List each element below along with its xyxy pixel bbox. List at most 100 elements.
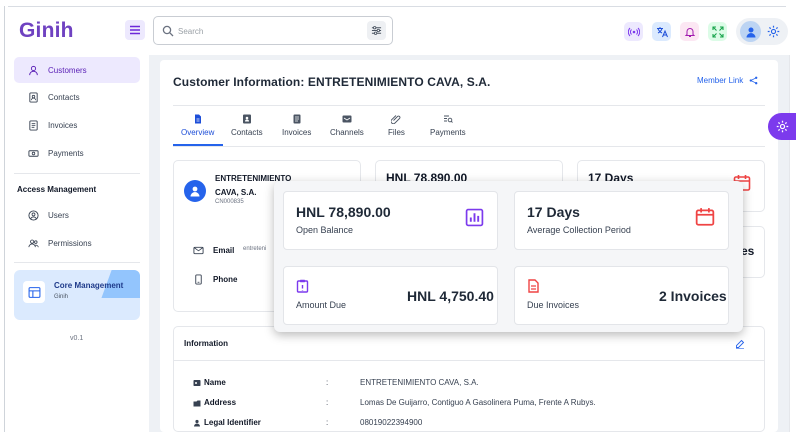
- tab-label: Files: [388, 128, 405, 137]
- member-link-label: Member Link: [697, 76, 744, 85]
- info-label-text: Name: [204, 378, 226, 387]
- tab-label: Invoices: [282, 128, 312, 137]
- search-box[interactable]: [153, 16, 393, 45]
- sidebar-item-customers[interactable]: Customers: [14, 57, 140, 83]
- address-book-icon: [27, 91, 39, 103]
- sidebar-item-label: Customers: [48, 65, 87, 75]
- translate-icon: [656, 26, 668, 37]
- notifications-button[interactable]: [680, 22, 699, 41]
- tab-label: Overview: [181, 128, 215, 137]
- open-balance-tile[interactable]: HNL 78,890.00 Open Balance: [283, 191, 498, 250]
- info-colon: :: [326, 398, 329, 407]
- tab-contacts[interactable]: Contacts: [231, 114, 263, 146]
- tab-channels[interactable]: Channels: [330, 114, 364, 146]
- collection-period-value: 17 Days: [527, 204, 580, 220]
- scrollbar-track[interactable]: [789, 55, 800, 432]
- amount-due-value: HNL 4,750.40: [407, 288, 494, 304]
- sidebar-item-invoices[interactable]: Invoices: [14, 112, 140, 138]
- info-value: 08019022394900: [360, 418, 423, 427]
- sidebar-section-title: Access Management: [17, 185, 97, 194]
- gear-icon: [776, 120, 788, 133]
- settings-float-button[interactable]: [768, 113, 796, 140]
- sidebar-divider: [14, 173, 140, 174]
- phone-row: Phone: [193, 274, 237, 285]
- tab-files[interactable]: Files: [388, 114, 405, 146]
- app-version: v0.1: [70, 335, 84, 342]
- person-icon: [27, 64, 39, 76]
- building-icon: [193, 400, 201, 406]
- phone-label: Phone: [213, 275, 238, 284]
- sidebar-item-label: Payments: [48, 148, 84, 158]
- menu-toggle-button[interactable]: [125, 20, 145, 40]
- mail-icon: [193, 246, 204, 255]
- due-invoices-tile[interactable]: Due Invoices 2 Invoices: [514, 266, 729, 325]
- sidebar-divider: [14, 262, 140, 263]
- sidebar-item-label: Users: [48, 210, 69, 220]
- customer-avatar: [184, 180, 206, 202]
- phone-icon: [195, 274, 202, 285]
- contact-card-icon: [242, 114, 251, 124]
- user-menu[interactable]: [736, 18, 788, 45]
- invoices-value: es: [741, 244, 755, 258]
- search-icon: [162, 25, 174, 37]
- sidebar-item-label: Invoices: [48, 120, 78, 130]
- edit-icon[interactable]: [735, 339, 745, 349]
- attachment-icon: [391, 115, 401, 124]
- info-label: Name: [193, 378, 226, 387]
- info-label: Legal Identifier: [193, 418, 261, 427]
- fullscreen-button[interactable]: [708, 22, 727, 41]
- sidebar-item-users[interactable]: Users: [14, 202, 140, 228]
- id-card-icon: [193, 379, 201, 386]
- title-divider: [173, 105, 765, 106]
- open-balance-value: HNL 78,890.00: [296, 204, 391, 220]
- sidebar-item-payments[interactable]: Payments: [14, 140, 140, 166]
- due-invoices-label: Due Invoices: [527, 300, 580, 310]
- info-colon: :: [326, 378, 329, 387]
- broadcast-icon: [627, 27, 640, 36]
- tab-label: Contacts: [231, 128, 263, 137]
- bell-icon: [684, 27, 695, 37]
- collection-period-tile[interactable]: 17 Days Average Collection Period: [514, 191, 729, 250]
- users-icon: [27, 237, 39, 249]
- translate-button[interactable]: [652, 22, 671, 41]
- invoice-alert-icon: [528, 279, 539, 293]
- core-management-card[interactable]: Core Management Ginih: [14, 270, 140, 320]
- tab-payments[interactable]: Payments: [430, 114, 466, 146]
- tab-label: Payments: [430, 128, 466, 137]
- app-logo[interactable]: Ginih: [19, 19, 74, 43]
- payment-search-icon: [443, 115, 453, 123]
- user-circle-icon: [27, 209, 39, 221]
- sidebar-item-contacts[interactable]: Contacts: [14, 84, 140, 110]
- broadcast-button[interactable]: [624, 22, 643, 41]
- email-row: Email: [193, 245, 234, 256]
- sidebar-item-permissions[interactable]: Permissions: [14, 230, 140, 256]
- tab-invoices[interactable]: Invoices: [282, 114, 311, 146]
- member-link[interactable]: Member Link: [697, 76, 758, 85]
- info-row-legal-identifier: Legal Identifier : 08019022394900: [193, 418, 763, 430]
- person-badge-icon: [194, 419, 200, 426]
- file-icon: [194, 114, 201, 124]
- share-icon: [749, 76, 758, 85]
- email-value[interactable]: entreteni: [243, 246, 266, 252]
- tabs-divider: [173, 146, 765, 147]
- amount-due-tile[interactable]: Amount Due HNL 4,750.40: [283, 266, 498, 325]
- sidebar-item-label: Contacts: [48, 92, 80, 102]
- cash-icon: [27, 147, 39, 159]
- core-card-subtitle: Ginih: [54, 294, 69, 300]
- information-divider: [173, 360, 765, 361]
- search-input[interactable]: [178, 23, 358, 39]
- amount-due-label: Amount Due: [296, 300, 347, 310]
- tab-label: Channels: [330, 128, 364, 137]
- tab-overview[interactable]: Overview: [181, 114, 214, 146]
- core-card-title: Core Management: [54, 281, 124, 290]
- information-title: Information: [184, 339, 228, 348]
- gear-icon[interactable]: [767, 25, 780, 38]
- info-label: Address: [193, 398, 236, 407]
- filter-button[interactable]: [367, 21, 386, 40]
- info-value: ENTRETENIMIENTO CAVA, S.A.: [360, 378, 479, 387]
- avatar[interactable]: [740, 21, 761, 42]
- user-icon: [190, 186, 200, 197]
- info-colon: :: [326, 418, 329, 427]
- open-balance-label: Open Balance: [296, 225, 354, 235]
- channels-icon: [342, 115, 352, 123]
